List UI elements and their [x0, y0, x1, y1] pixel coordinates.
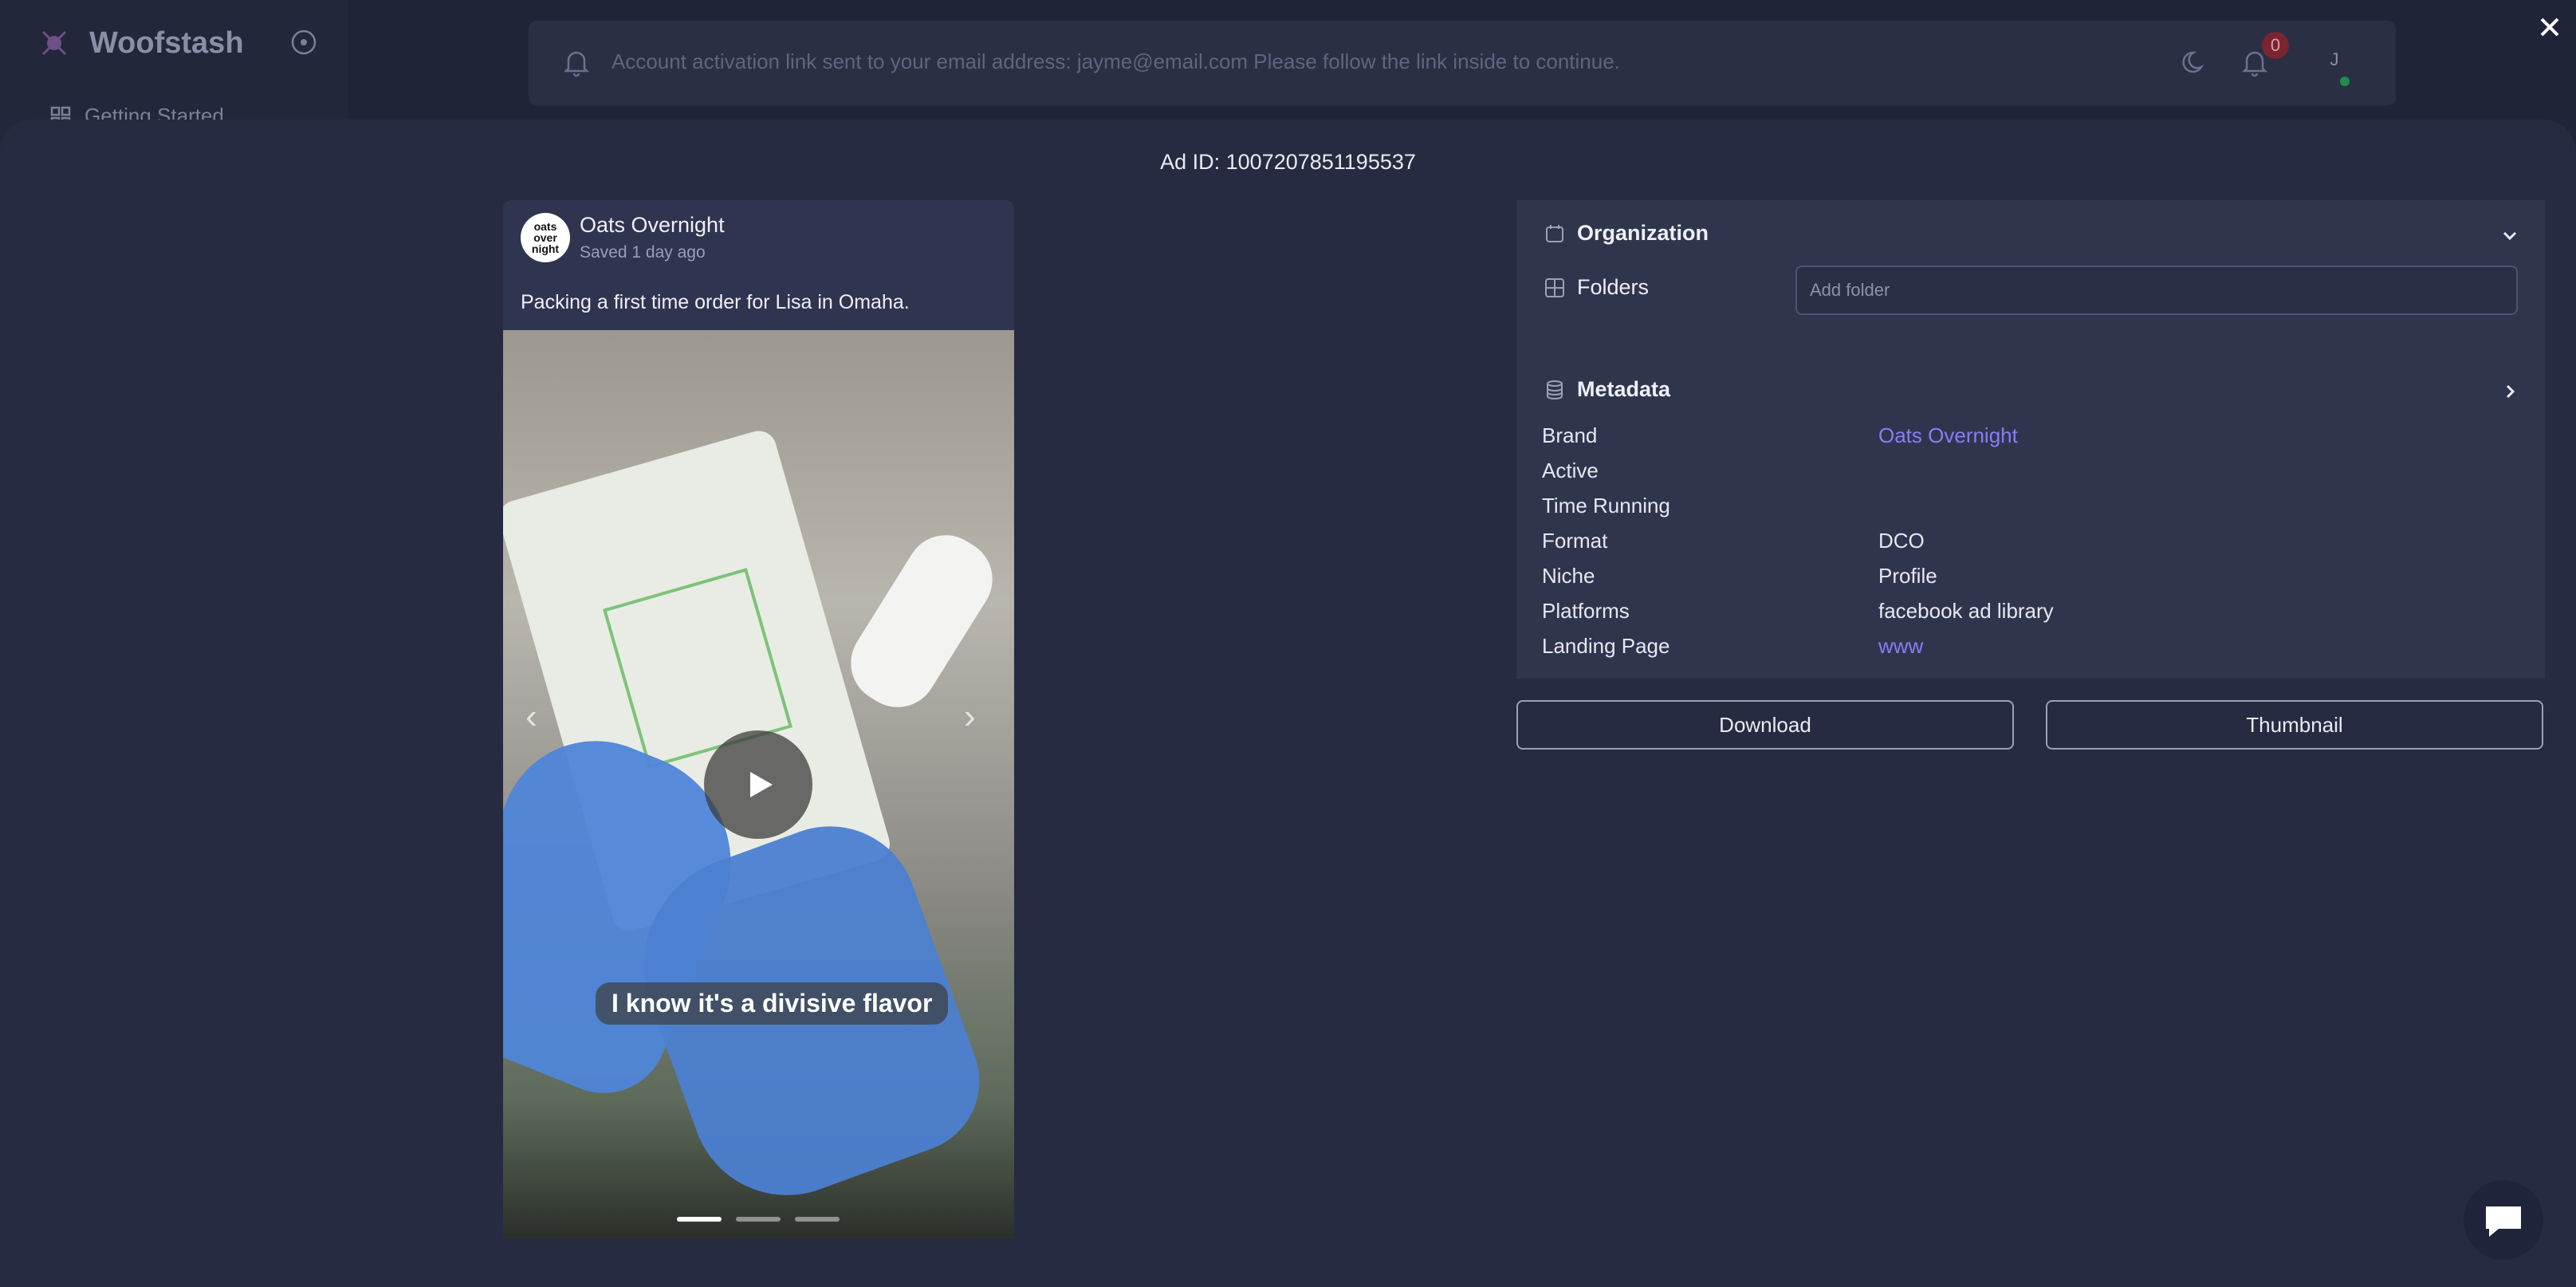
dark-mode-icon[interactable] [2179, 46, 2211, 78]
notification-bar: Account activation link sent to your ema… [529, 21, 2396, 105]
woofstash-logo-icon [38, 27, 70, 59]
calendar-icon [1544, 222, 1566, 245]
sidebar-collapse-icon[interactable] [290, 29, 317, 56]
online-status-dot [2340, 77, 2350, 86]
organization-header[interactable]: Organization [1544, 221, 1709, 246]
details-panel: Organization Folders Metadata Brand Oats… [1516, 200, 2545, 679]
chevron-right-icon[interactable] [2499, 380, 2521, 403]
metadata-value-format: DCO [1878, 529, 1925, 553]
carousel-dot[interactable] [736, 1217, 781, 1222]
activation-message: Account activation link sent to your ema… [612, 49, 1620, 73]
metadata-label-time-running: Time Running [1542, 494, 1670, 518]
database-icon [1544, 379, 1566, 401]
bottle-image [836, 520, 1008, 722]
metadata-label-landing-page: Landing Page [1542, 634, 1670, 658]
video-subtitle: I know it's a divisive flavor [596, 982, 949, 1025]
carousel-next-icon[interactable]: › [964, 697, 976, 737]
saved-time: Saved 1 day ago [580, 243, 706, 262]
chat-icon [2486, 1206, 2521, 1237]
ad-video[interactable]: ‹ › I know it's a divisive flavor [503, 330, 1014, 1238]
brand-logo: oats over night [521, 213, 570, 262]
bell-icon [560, 46, 592, 78]
download-button[interactable]: Download [1516, 700, 2014, 750]
metadata-label-brand: Brand [1542, 423, 1598, 447]
folders-label: Folders [1544, 275, 1649, 300]
chat-button[interactable] [2464, 1180, 2543, 1260]
metadata-label-niche: Niche [1542, 564, 1595, 588]
ad-caption: Packing a first time order for Lisa in O… [521, 291, 910, 313]
metadata-value-brand[interactable]: Oats Overnight [1878, 423, 2018, 448]
app-name: Woofstash [89, 26, 244, 60]
metadata-value-niche: Profile [1878, 564, 1937, 588]
metadata-value-platforms: facebook ad library [1878, 599, 2054, 623]
folder-grid-icon [1544, 277, 1566, 299]
metadata-header[interactable]: Metadata [1544, 377, 1670, 402]
carousel-prev-icon[interactable]: ‹ [525, 697, 537, 737]
metadata-value-landing-page[interactable]: www [1878, 634, 1923, 659]
organization-title: Organization [1577, 221, 1709, 245]
add-folder-input[interactable] [1795, 266, 2518, 315]
carousel-dot[interactable] [677, 1217, 722, 1222]
metadata-label-format: Format [1542, 529, 1608, 553]
metadata-label-platforms: Platforms [1542, 599, 1630, 623]
carousel-indicators [677, 1217, 840, 1222]
chevron-down-icon[interactable] [2499, 224, 2521, 246]
ad-detail-modal: Ad ID: 1007207851195537 oats over night … [0, 120, 2576, 1287]
logo[interactable]: Woofstash [38, 22, 244, 64]
carousel-dot[interactable] [795, 1217, 840, 1222]
notification-count-badge: 0 [2262, 32, 2289, 59]
ad-preview-card: oats over night Oats Overnight Saved 1 d… [503, 200, 1014, 1238]
close-icon[interactable] [2535, 13, 2564, 41]
play-button[interactable] [704, 730, 812, 839]
brand-name: Oats Overnight [580, 213, 725, 237]
thumbnail-button[interactable]: Thumbnail [2046, 700, 2543, 750]
metadata-label-active: Active [1542, 459, 1599, 482]
play-icon [750, 772, 773, 797]
ad-id: Ad ID: 1007207851195537 [1160, 150, 1416, 174]
metadata-title: Metadata [1577, 377, 1671, 401]
